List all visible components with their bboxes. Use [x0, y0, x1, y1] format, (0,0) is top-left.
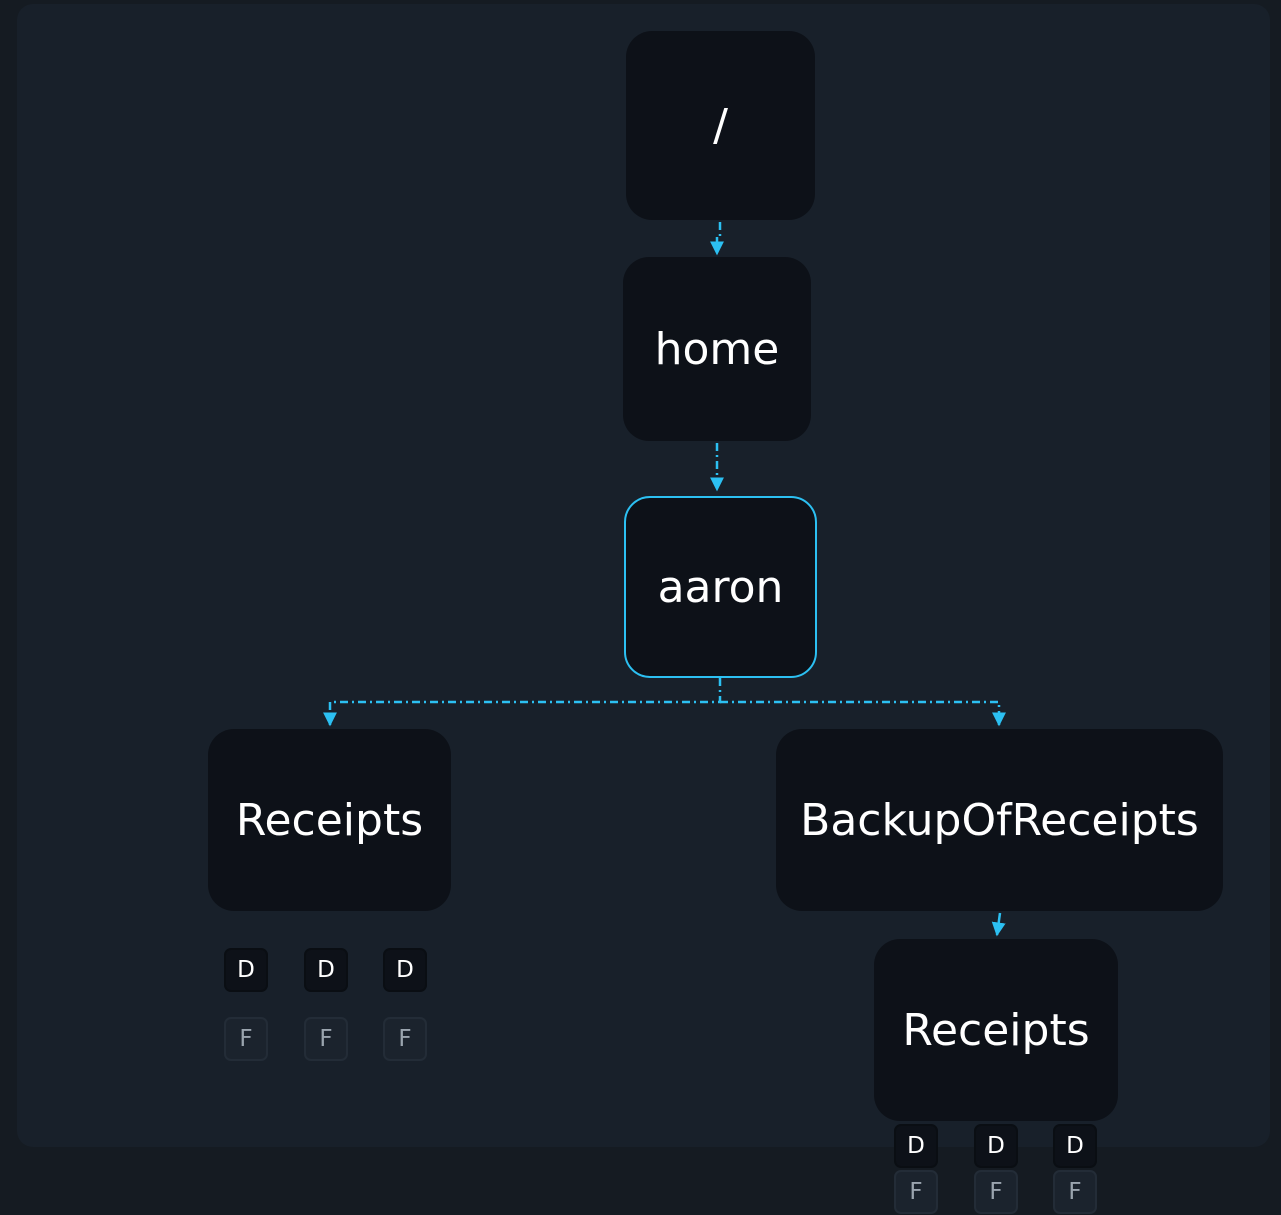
node-root[interactable]: /: [626, 31, 815, 220]
file-badge[interactable]: F: [383, 1017, 427, 1061]
dir-badge[interactable]: D: [1053, 1124, 1097, 1168]
file-badge[interactable]: F: [1053, 1170, 1097, 1214]
file-badge[interactable]: F: [224, 1017, 268, 1061]
node-aaron[interactable]: aaron: [624, 496, 817, 678]
dir-badge[interactable]: D: [894, 1124, 938, 1168]
node-receipts[interactable]: Receipts: [208, 729, 451, 911]
file-badge[interactable]: F: [974, 1170, 1018, 1214]
dir-badge[interactable]: D: [974, 1124, 1018, 1168]
node-backup-receipts[interactable]: Receipts: [874, 939, 1118, 1121]
dir-badge[interactable]: D: [304, 948, 348, 992]
dir-badge[interactable]: D: [224, 948, 268, 992]
dir-badge[interactable]: D: [383, 948, 427, 992]
edge-root-home: [710, 222, 724, 256]
edge-aaron-receipts: [323, 678, 722, 727]
file-badge[interactable]: F: [304, 1017, 348, 1061]
edge-backup-receipts: [991, 912, 1006, 937]
edge-aaron-backup: [720, 700, 1006, 727]
node-home[interactable]: home: [623, 257, 811, 441]
file-badge[interactable]: F: [894, 1170, 938, 1214]
node-backup-of-receipts[interactable]: BackupOfReceipts: [776, 729, 1223, 911]
